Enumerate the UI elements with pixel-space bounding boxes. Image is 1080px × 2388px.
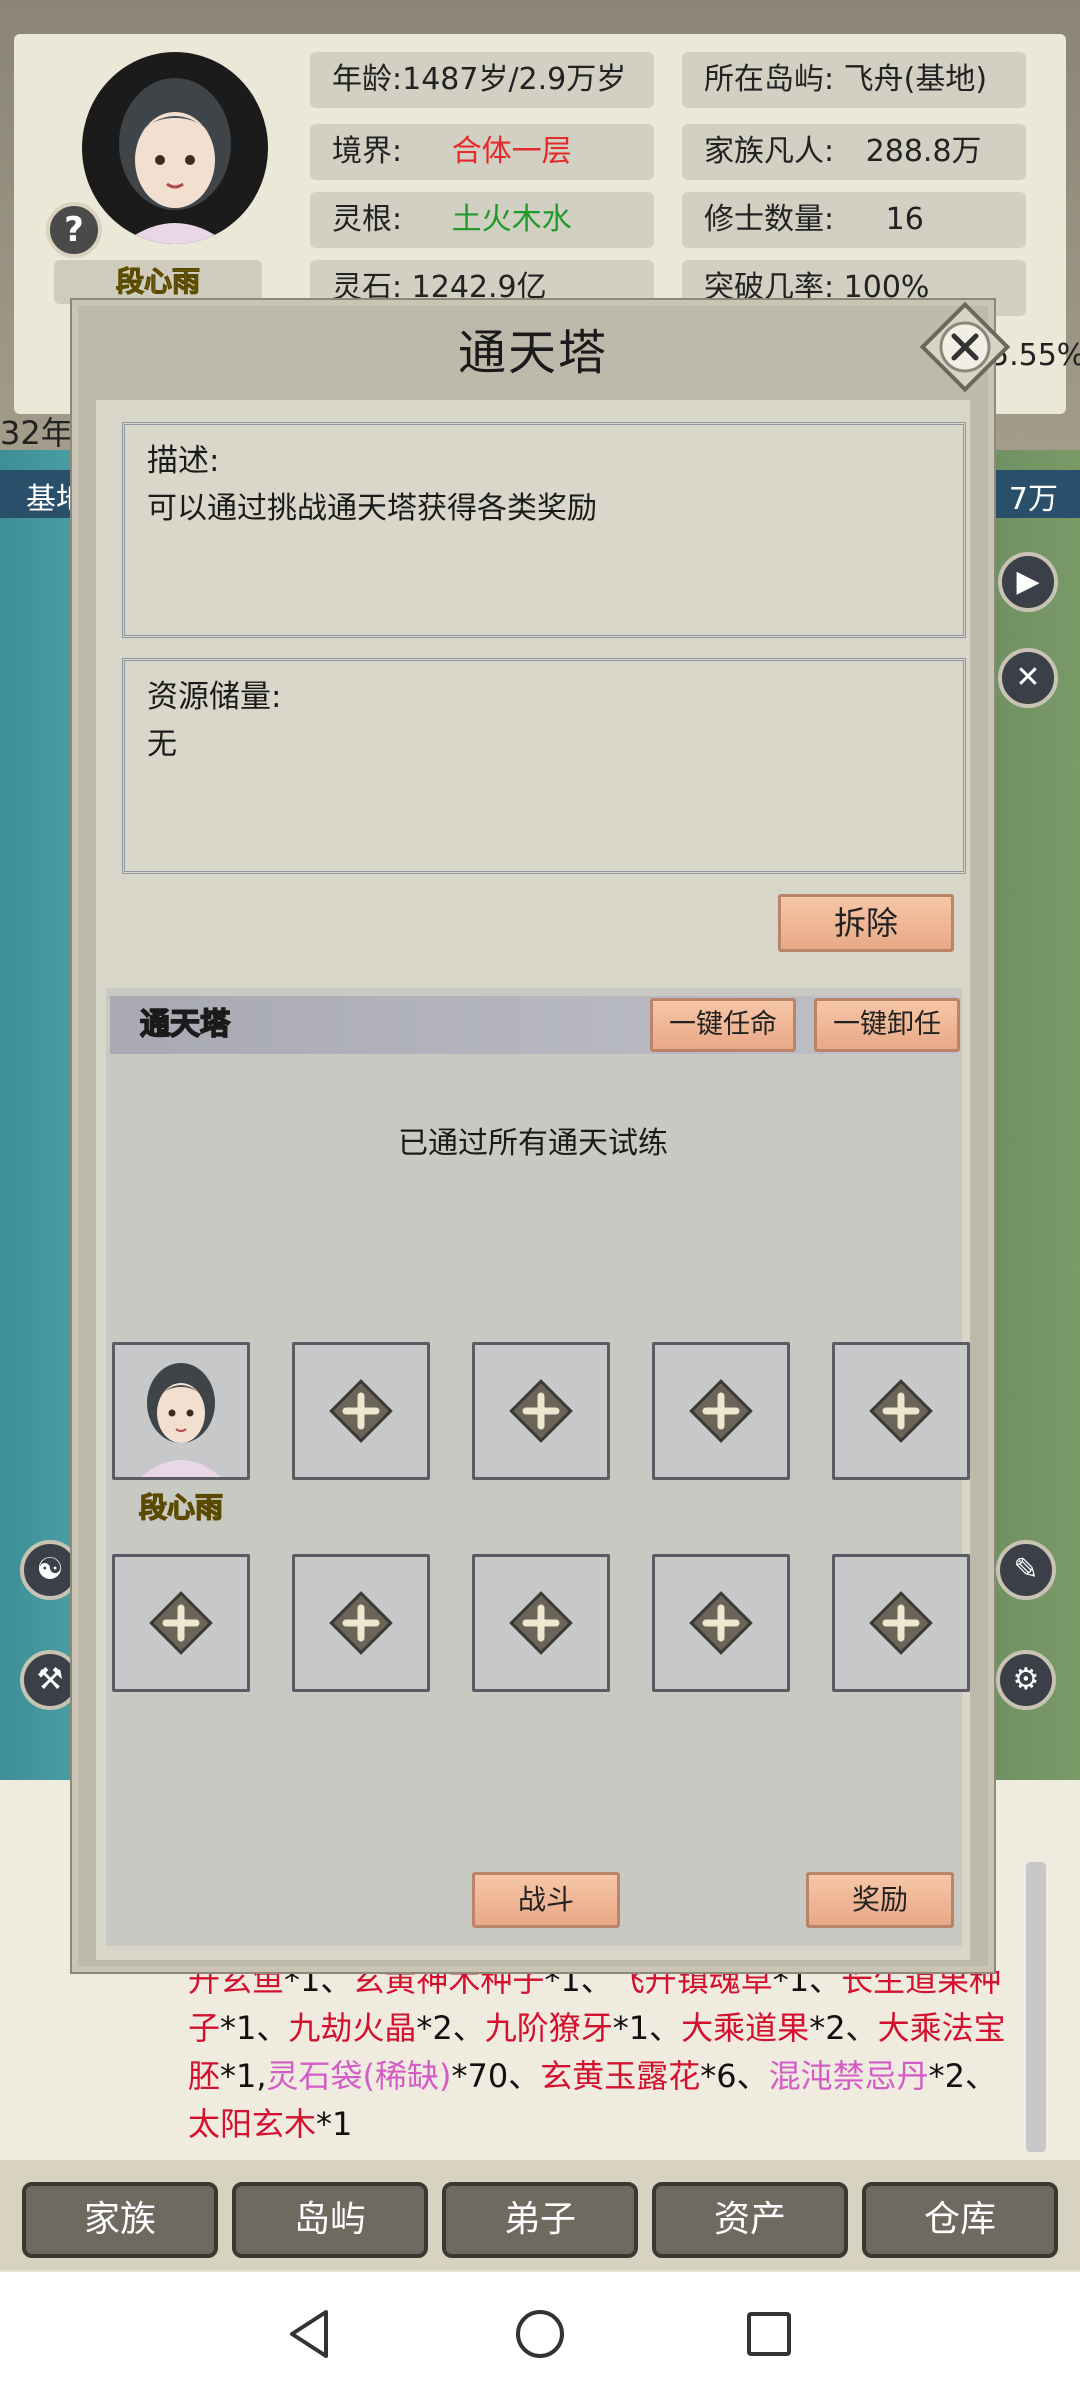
- trial-status-text: 已通过所有通天试练: [398, 1126, 668, 1161]
- member-slot-name: 段心雨: [138, 1490, 223, 1524]
- dialog-body: 描述: 可以通过挑战通天塔获得各类奖励 资源储量: 无 拆除: [96, 400, 970, 1960]
- description-heading: 描述:: [147, 443, 220, 479]
- member-portrait: [141, 1363, 221, 1477]
- empty-slot[interactable]: [652, 1554, 790, 1692]
- add-icon: [509, 1379, 573, 1443]
- dismiss-all-button[interactable]: 一键卸任: [814, 998, 960, 1052]
- empty-slot[interactable]: [292, 1554, 430, 1692]
- member-slot[interactable]: [112, 1342, 250, 1480]
- resource-heading: 资源储量:: [147, 679, 282, 715]
- section-label: 通天塔: [139, 1006, 231, 1043]
- add-icon: [149, 1591, 213, 1655]
- resource-text: 无: [147, 727, 177, 762]
- empty-slot[interactable]: [472, 1554, 610, 1692]
- add-icon: [869, 1591, 933, 1655]
- description-box: 描述: 可以通过挑战通天塔获得各类奖励: [122, 422, 966, 638]
- description-text: 可以通过挑战通天塔获得各类奖励: [147, 491, 597, 526]
- reward-button[interactable]: 奖励: [806, 1872, 954, 1928]
- add-icon: [329, 1591, 393, 1655]
- empty-slot[interactable]: [832, 1342, 970, 1480]
- battle-button[interactable]: 战斗: [472, 1872, 620, 1928]
- dialog-close-icon[interactable]: [916, 298, 1014, 396]
- resource-box: 资源储量: 无: [122, 658, 966, 874]
- empty-slot[interactable]: [112, 1554, 250, 1692]
- add-icon: [689, 1379, 753, 1443]
- add-icon: [329, 1379, 393, 1443]
- empty-slot[interactable]: [472, 1342, 610, 1480]
- demolish-button[interactable]: 拆除: [778, 894, 954, 952]
- add-icon: [869, 1379, 933, 1443]
- empty-slot[interactable]: [292, 1342, 430, 1480]
- empty-slot[interactable]: [832, 1554, 970, 1692]
- dialog-title: 通天塔: [457, 325, 608, 381]
- add-icon: [689, 1591, 753, 1655]
- empty-slot[interactable]: [652, 1342, 790, 1480]
- appoint-all-button[interactable]: 一键任命: [650, 998, 796, 1052]
- add-icon: [509, 1591, 573, 1655]
- tower-dialog: 通天塔 描述: 可以通过挑战通天塔获得各类奖励 资源储量: 无 拆除 通天塔 一…: [72, 300, 1011, 1972]
